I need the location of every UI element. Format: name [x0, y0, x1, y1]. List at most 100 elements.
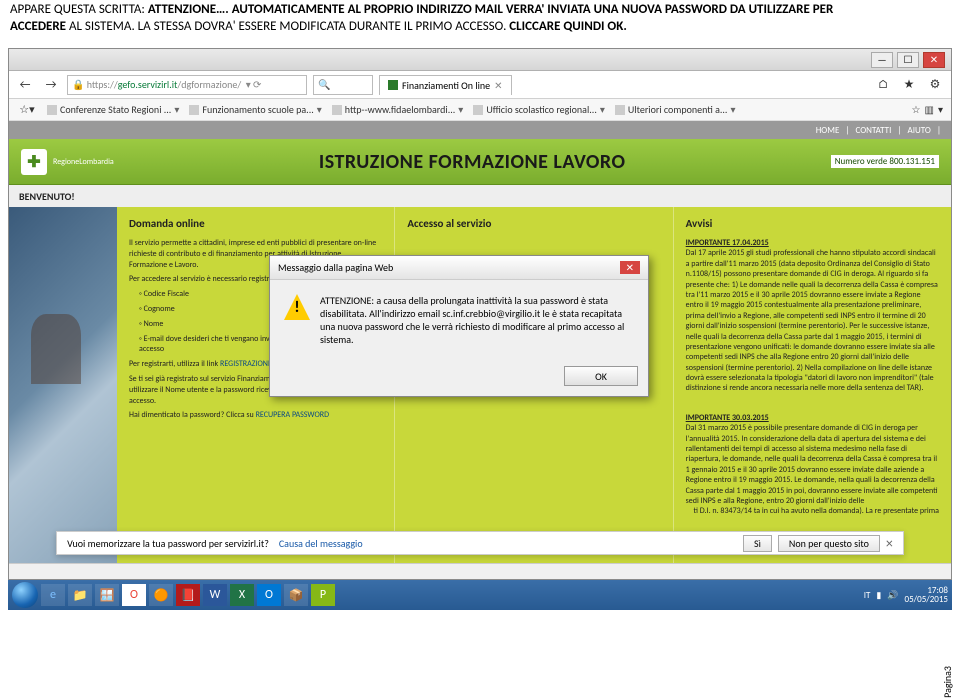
col1-p5-text: Hai dimenticato la password? Clicca su [129, 410, 256, 420]
savepw-close-button[interactable]: × [886, 535, 893, 552]
taskbar-app-icon[interactable]: 🪟 [95, 584, 119, 606]
col1-p5: Hai dimenticato la password? Clicca su R… [129, 410, 382, 421]
save-password-inner: Vuoi memorizzare la tua password per ser… [56, 531, 904, 555]
avviso-block-2: IMPORTANTE 30.03.2015 Dal 31 marzo 2015 … [686, 413, 939, 517]
taskbar-dropbox-icon[interactable]: 📦 [284, 584, 308, 606]
windows-taskbar: e 📁 🪟 O 🟠 📕 W X O 📦 P IT ▮ 🔊 17:08 05/05… [8, 580, 952, 610]
taskbar-chrome-icon[interactable]: O [122, 584, 146, 606]
start-button[interactable] [12, 582, 38, 608]
system-tray: IT ▮ 🔊 17:08 05/05/2015 [864, 586, 948, 604]
url-host: gefo.servizirl.it [118, 78, 178, 91]
column-avvisi: Avvisi IMPORTANTE 17.04.2015 Dal 17 apri… [674, 207, 951, 563]
refresh-icon[interactable]: ⟳ [253, 78, 261, 91]
taskbar-firefox-icon[interactable]: 🟠 [149, 584, 173, 606]
alert-dialog: Messaggio dalla pagina Web ✕ ATTENZIONE:… [269, 255, 649, 397]
alert-body: ATTENZIONE: a causa della prolungata ina… [270, 280, 648, 360]
nav-sep: | [897, 125, 901, 136]
tray-flag-icon[interactable]: ▮ [876, 590, 881, 601]
bookmark-item[interactable]: Ufficio scolastico regional... [473, 103, 605, 116]
window-close-button[interactable]: ✕ [923, 52, 945, 68]
clock-date: 05/05/2015 [905, 595, 948, 604]
site-title: ISTRUZIONE FORMAZIONE LAVORO [319, 150, 626, 174]
alert-message: ATTENZIONE: a causa della prolungata ina… [320, 294, 634, 346]
col2-heading: Accesso al servizio [407, 217, 660, 230]
bookmark-favicon-icon [47, 105, 57, 115]
logo-mark-icon: ✚ [21, 149, 47, 175]
alert-ok-button[interactable]: OK [564, 366, 638, 386]
url-path: /dgformazione/ [177, 78, 241, 91]
bookmark-item[interactable]: Conferenze Stato Regioni ... [47, 103, 179, 116]
taskbar-excel-icon[interactable]: X [230, 584, 254, 606]
bookmark-favicon-icon [615, 105, 625, 115]
nav-forward-button[interactable]: → [41, 75, 61, 95]
recupera-password-link[interactable]: RECUPERA PASSWORD [256, 410, 329, 420]
tab-close-button[interactable]: ✕ [494, 79, 502, 92]
bookmark-item[interactable]: http--www.fidaelombardi... [332, 103, 464, 116]
taskbar-outlook-icon[interactable]: O [257, 584, 281, 606]
warning-icon [284, 294, 310, 320]
bookmark-favicon-icon [332, 105, 342, 115]
nav-back-button[interactable]: ← [15, 75, 35, 95]
avviso-date-2: IMPORTANTE 30.03.2015 [686, 413, 939, 423]
browser-window: — ☐ ✕ ← → 🔒 https:// gefo.servizirl.it /… [8, 48, 952, 580]
nav-sep: | [845, 125, 849, 136]
savepw-why-link[interactable]: Causa del messaggio [279, 537, 363, 550]
alert-close-button[interactable]: ✕ [620, 261, 640, 274]
alert-title: Messaggio dalla pagina Web [278, 261, 393, 274]
bookmark-label: Conferenze Stato Regioni ... [60, 103, 171, 116]
hero-image [9, 207, 117, 563]
nav-contatti-link[interactable]: CONTATTI [856, 125, 892, 136]
bookmarks-dropdown-icon[interactable]: ☆▾ [17, 100, 37, 120]
lock-icon: 🔒 [72, 78, 84, 91]
savepw-no-button[interactable]: Non per questo sito [778, 535, 880, 552]
home-button[interactable]: ⌂ [873, 75, 893, 95]
bookmark-item[interactable]: Funzionamento scuole pa... [189, 103, 321, 116]
nav-sep: | [937, 125, 941, 136]
window-minimize-button[interactable]: — [871, 52, 893, 68]
tray-lang[interactable]: IT [864, 590, 871, 601]
bookmark-label: http--www.fidaelombardi... [345, 103, 455, 116]
nav-aiuto-link[interactable]: AIUTO [908, 125, 931, 136]
browser-tab-active[interactable]: Finanziamenti On line ✕ [379, 75, 512, 95]
tools-gear-button[interactable]: ⚙ [925, 75, 945, 95]
search-dropdown-icon[interactable]: ▾ [246, 78, 251, 91]
avviso-block-1: IMPORTANTE 17.04.2015 Dal 17 aprile 2015… [686, 238, 939, 394]
taskbar-word-icon[interactable]: W [203, 584, 227, 606]
taskbar-ie-icon[interactable]: e [41, 584, 65, 606]
alert-buttons: OK [270, 360, 648, 396]
bookmark-label: Funzionamento scuole pa... [202, 103, 313, 116]
avviso-text-1: Dal 17 aprile 2015 gli studi professiona… [686, 248, 939, 393]
nav-home-link[interactable]: HOME [816, 125, 840, 136]
search-icon: 🔍 [318, 78, 330, 91]
avviso-text-2b: ti D.I. n. 83473/14 ta in cui ha avuto n… [686, 506, 939, 516]
url-input[interactable]: 🔒 https:// gefo.servizirl.it /dgformazio… [67, 75, 307, 95]
taskbar-explorer-icon[interactable]: 📁 [68, 584, 92, 606]
bookmarks-more-icon[interactable]: ▾ [938, 103, 943, 116]
bookmark-item[interactable]: Ulteriori componenti a... [615, 103, 736, 116]
taskbar-publisher-icon[interactable]: P [311, 584, 335, 606]
bookmarks-list-icon[interactable]: ▥ [925, 103, 934, 116]
site-top-nav: HOME | CONTATTI | AIUTO | [9, 121, 951, 139]
avviso-text-2: Dal 31 marzo 2015 è possibile presentare… [686, 423, 939, 506]
tray-clock[interactable]: 17:08 05/05/2015 [905, 586, 948, 604]
tab-title: Finanziamenti On line [402, 79, 490, 92]
page-content: Domanda online Il servizio permette a ci… [9, 207, 951, 563]
bookmarks-add-icon[interactable]: ☆ [912, 103, 921, 116]
window-maximize-button[interactable]: ☐ [897, 52, 919, 68]
tray-volume-icon[interactable]: 🔊 [887, 590, 898, 601]
search-input[interactable]: 🔍 [313, 75, 373, 95]
address-bar-row: ← → 🔒 https:// gefo.servizirl.it /dgform… [9, 71, 951, 99]
logo-text: RegioneLombardia [53, 158, 114, 166]
bookmark-favicon-icon [189, 105, 199, 115]
col3-heading: Avvisi [686, 217, 939, 230]
doc-bold3: CLICCARE QUINDI OK. [509, 19, 627, 34]
bookmark-favicon-icon [473, 105, 483, 115]
taskbar-adobe-icon[interactable]: 📕 [176, 584, 200, 606]
favorites-button[interactable]: ★ [899, 75, 919, 95]
savepw-yes-button[interactable]: Sì [743, 535, 772, 552]
bookmarks-bar: ☆▾ Conferenze Stato Regioni ... Funziona… [9, 99, 951, 121]
avviso-date-1: IMPORTANTE 17.04.2015 [686, 238, 939, 248]
site-logo[interactable]: ✚ RegioneLombardia [21, 149, 114, 175]
browser-status-bar [9, 563, 951, 579]
savepw-question: Vuoi memorizzare la tua password per ser… [67, 537, 269, 550]
